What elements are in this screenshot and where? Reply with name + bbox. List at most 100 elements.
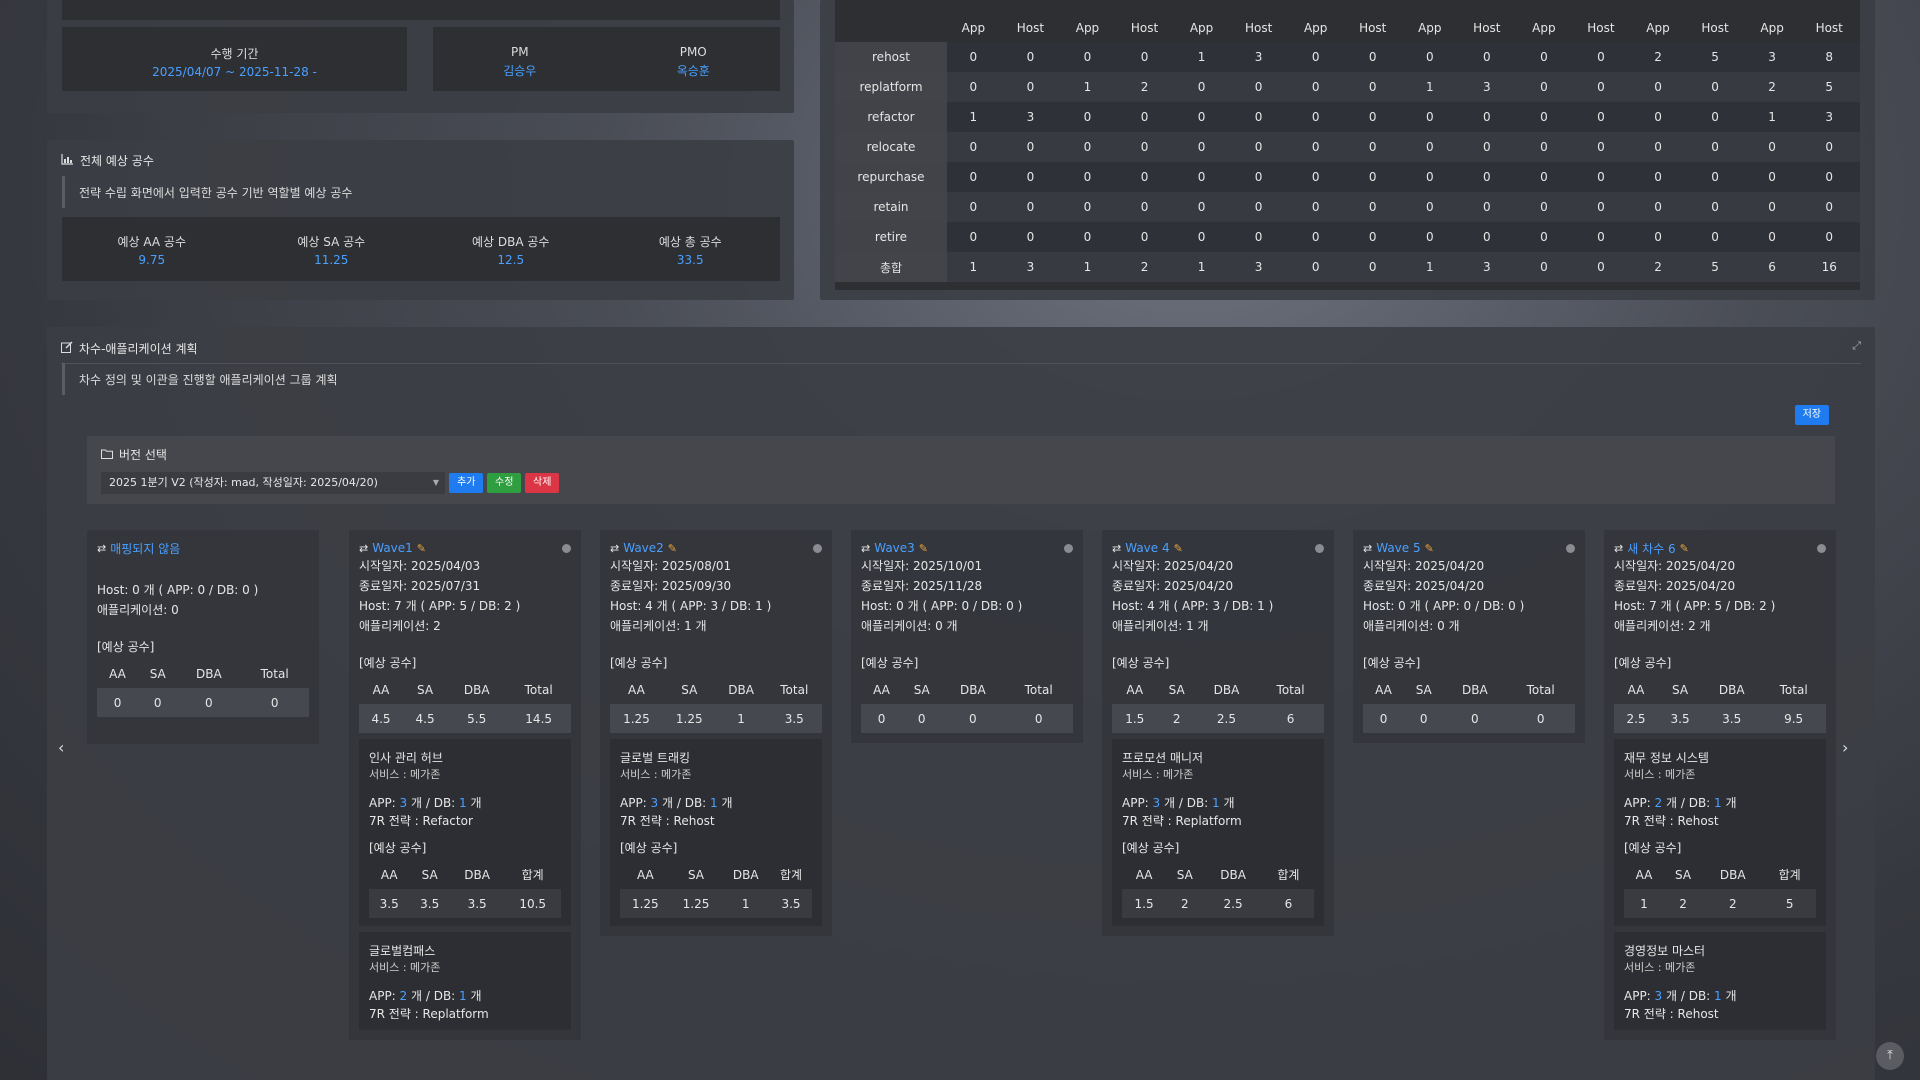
- table-cell: 0: [1483, 140, 1491, 154]
- est-cell: 1: [721, 889, 771, 918]
- col-header: Host: [1016, 21, 1045, 35]
- swap-icon: ⇄: [861, 541, 871, 555]
- est-value-row: 1.25 1.25 1 3.5: [610, 704, 822, 733]
- table-cell: 0: [1368, 230, 1377, 244]
- col-header: App: [1760, 21, 1784, 35]
- close-icon[interactable]: [1064, 543, 1073, 553]
- table-cell: 0: [1311, 50, 1320, 64]
- close-icon[interactable]: [813, 543, 822, 553]
- table-cell: 0: [1083, 140, 1092, 154]
- table-cell: 3: [1825, 110, 1834, 124]
- wave-card[interactable]: ⇄ Wave2 ✎ 시작일자: 2025/08/01 종료일자: 2025/09/30 H…: [600, 530, 832, 936]
- app-card[interactable]: 글로벌 트래킹 서비스 : 메가존 APP: 3 개 / DB: 1 개 7R 전략 …: [610, 739, 822, 926]
- edit-pencil-icon[interactable]: ✎: [1680, 542, 1689, 555]
- table-cell: 0: [969, 170, 978, 184]
- app-card[interactable]: 경영정보 마스터 서비스 : 메가존 APP: 3 개 / DB: 1 개 7R 전략…: [1614, 932, 1826, 1030]
- close-icon[interactable]: [1315, 543, 1324, 553]
- table-cell: 0: [1368, 50, 1377, 64]
- wave-title[interactable]: 새 차수 6: [1627, 540, 1675, 557]
- app-strategy: 7R 전략 : Rehost: [1624, 814, 1719, 828]
- carousel-next-icon[interactable]: ›: [1842, 738, 1848, 757]
- close-icon[interactable]: [562, 543, 571, 553]
- carousel-prev-icon[interactable]: ‹: [58, 738, 64, 757]
- est-header-row: AA SA DBA Total: [359, 675, 571, 704]
- table-cell: 0: [1768, 170, 1776, 184]
- app-counts: APP: 3 개 / DB: 1 개: [620, 793, 812, 813]
- wave-est-table: AA SA DBA Total 4.5 4.5 5.5 14.5: [359, 675, 571, 733]
- db-count-value: 1: [459, 796, 467, 810]
- table-cell: 0: [1425, 170, 1434, 184]
- wave-card[interactable]: ⇄ Wave 4 ✎ 시작일자: 2025/04/20 종료일자: 2025/04/20…: [1102, 530, 1334, 936]
- close-icon[interactable]: [1817, 543, 1826, 553]
- wave-card[interactable]: ⇄ Wave1 ✎ 시작일자: 2025/04/03 종료일자: 2025/07/31 H…: [349, 530, 581, 1040]
- edit-pencil-icon[interactable]: ✎: [1425, 542, 1434, 555]
- est-cell: 5: [1763, 889, 1816, 918]
- add-version-button[interactable]: 추가: [449, 473, 484, 493]
- table-cell: 0: [1597, 170, 1605, 184]
- estimate-title-text: 전체 예상 공수: [80, 154, 154, 168]
- est-header: AA: [610, 675, 663, 704]
- wave-head: ⇄ Wave1 ✎: [359, 540, 571, 556]
- wave-title[interactable]: Wave2: [623, 541, 664, 555]
- project-info-panel: 수행 기간 2025/04/07 ~ 2025-11-28 - PM 김승우 P…: [47, 0, 794, 113]
- table-cell: 0: [1140, 200, 1149, 214]
- app-name: 재무 정보 시스템: [1624, 751, 1709, 765]
- table-row: replatform 0 0 1 2 0 0 0 0 1 3 0 0 0 0 2 5: [835, 72, 1860, 102]
- app-card[interactable]: 글로벌컴패스 서비스 : 메가존 APP: 2 개 / DB: 1 개 7R 전략 :…: [359, 932, 571, 1030]
- table-cell: 0: [1026, 50, 1035, 64]
- strategy-table: App Host App Host App Host App Host App …: [835, 0, 1860, 282]
- row-label: repurchase: [835, 162, 947, 192]
- wave-title[interactable]: Wave1: [372, 541, 413, 555]
- estimate-aa-label: 예상 AA 공수: [117, 235, 187, 249]
- save-button[interactable]: 저장: [1794, 405, 1829, 425]
- app-count-label: APP:: [369, 796, 400, 810]
- edit-pencil-icon[interactable]: ✎: [417, 542, 426, 555]
- wave-card[interactable]: ⇄ Wave3 ✎ 시작일자: 2025/10/01 종료일자: 2025/11/28 H…: [851, 530, 1083, 743]
- est-cell: 1.5: [1122, 889, 1167, 918]
- wave-est-table: AA SA DBA Total 1.25 1.25 1 3.5: [610, 675, 822, 733]
- pm-pmo-card: PM 김승우 PMO 옥승훈: [433, 27, 780, 91]
- est-cell: 3.5: [766, 704, 822, 733]
- est-header: 합계: [1277, 868, 1300, 882]
- edit-pencil-icon[interactable]: ✎: [919, 542, 928, 555]
- col-header: App: [1646, 21, 1670, 35]
- wave-title[interactable]: Wave 5: [1376, 541, 1420, 555]
- table-cell: 0: [1083, 170, 1092, 184]
- wave-est-table: AA SA DBA Total 2.5 3.5 3.5 9.5: [1614, 675, 1826, 733]
- version-select[interactable]: 2025 1분기 V2 (작성자: mad, 작성일자: 2025/04/20)…: [101, 472, 445, 494]
- table-cell: 0: [1711, 170, 1719, 184]
- wave-card[interactable]: ⇄ 새 차수 6 ✎ 시작일자: 2025/04/20 종료일자: 2025/04/20…: [1604, 530, 1836, 1040]
- folder-open-icon: [101, 448, 113, 462]
- app-card[interactable]: 인사 관리 허브 서비스 : 메가존 APP: 3 개 / DB: 1 개 7R 전략…: [359, 739, 571, 926]
- app-est-table: AA SA DBA 합계 1.5 2 2.5 6: [1122, 860, 1314, 918]
- wave-host: Host: 0 개 ( APP: 0 / DB: 0 ): [861, 599, 1023, 613]
- estimate-panel-title: 전체 예상 공수: [61, 152, 154, 169]
- wave-head: ⇄ Wave3 ✎: [861, 540, 1073, 556]
- app-card[interactable]: 재무 정보 시스템 서비스 : 메가존 APP: 2 개 / DB: 1 개 7R 전…: [1614, 739, 1826, 926]
- expand-icon[interactable]: ⤢: [1852, 339, 1861, 353]
- swap-icon: ⇄: [610, 541, 620, 555]
- wave-start: 시작일자: 2025/10/01: [861, 559, 983, 573]
- edit-pencil-icon[interactable]: ✎: [1174, 542, 1183, 555]
- edit-pencil-icon[interactable]: ✎: [668, 542, 677, 555]
- wave-title[interactable]: Wave 4: [1125, 541, 1169, 555]
- wave-est-label: [예상 공수]: [861, 656, 919, 670]
- scroll-top-icon[interactable]: ⤒: [1876, 1042, 1904, 1070]
- app-est-table: AA SA DBA 합계 1 2 2 5: [1624, 860, 1816, 918]
- est-cell: 0: [177, 688, 241, 717]
- est-header-row: AA SA DBA 합계: [620, 860, 812, 889]
- delete-version-button[interactable]: 삭제: [525, 473, 560, 493]
- wave-title[interactable]: Wave3: [874, 541, 915, 555]
- unmapped-card[interactable]: ⇄ 매핑되지 않음 Host: 0 개 ( APP: 0 / DB: 0 ) 애…: [87, 530, 319, 744]
- app-card[interactable]: 프로모션 매니저 서비스 : 메가존 APP: 3 개 / DB: 1 개 7R 전략…: [1112, 739, 1324, 926]
- table-cell: 0: [1254, 80, 1263, 94]
- wave-column: ⇄ Wave1 ✎ 시작일자: 2025/04/03 종료일자: 2025/07/31 H…: [349, 530, 581, 1040]
- estimate-total-label: 예상 총 공수: [658, 235, 722, 249]
- table-row: repurchase 0 0 0 0 0 0 0 0 0 0 0 0 0 0 0 0: [835, 162, 1860, 192]
- wave-card[interactable]: ⇄ Wave 5 ✎ 시작일자: 2025/04/20 종료일자: 2025/04/20…: [1353, 530, 1585, 743]
- close-icon[interactable]: [1566, 543, 1575, 553]
- est-cell: 1: [715, 704, 767, 733]
- edit-version-button[interactable]: 수정: [487, 473, 522, 493]
- table-cell: 3: [1026, 260, 1035, 274]
